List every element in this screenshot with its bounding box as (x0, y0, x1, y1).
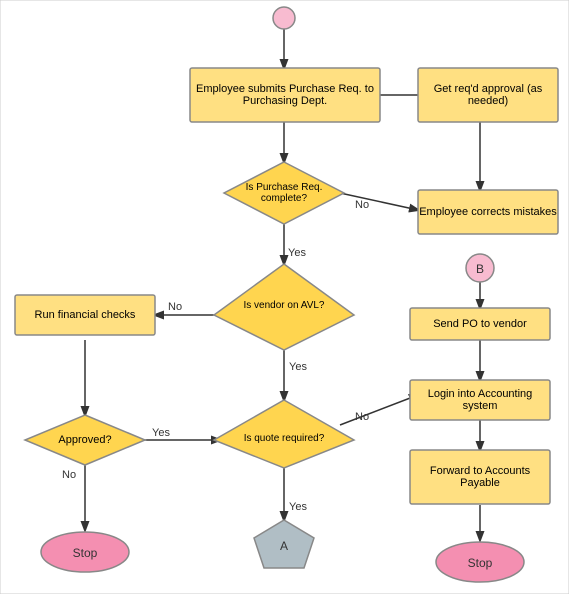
flowchart: Employee submits Purchase Req. to Purcha… (0, 0, 569, 594)
is-complete-label: Is Purchase Req. complete? (224, 162, 344, 224)
b-connector-label: B (476, 262, 484, 276)
get-approval-label: Get req'd approval (as needed) (418, 68, 558, 122)
stop1-label: Stop (73, 546, 98, 560)
yes-label-avl: Yes (289, 361, 307, 373)
forward-ap-label: Forward to Accounts Payable (410, 450, 550, 504)
no-label-complete: No (355, 199, 369, 211)
no-label-avl: No (168, 301, 182, 313)
flowchart-svg: Employee submits Purchase Req. to Purcha… (0, 0, 569, 594)
is-quote-label: Is quote required? (218, 408, 350, 468)
stop2-label: Stop (468, 556, 493, 570)
yes-label-complete: Yes (288, 247, 306, 259)
login-accounting-label: Login into Accounting system (410, 380, 550, 420)
no-label-quote: No (355, 411, 369, 423)
no-label-approved: No (62, 469, 76, 481)
employee-corrects-label: Employee corrects mistakes (418, 190, 558, 234)
approved-label: Approved? (30, 415, 140, 465)
send-po-label: Send PO to vendor (410, 308, 550, 340)
is-vendor-avl-label: Is vendor on AVL? (224, 270, 344, 340)
run-financial-label: Run financial checks (15, 295, 155, 335)
employee-submits-label: Employee submits Purchase Req. to Purcha… (190, 68, 380, 122)
yes-label-quote: Yes (289, 501, 307, 513)
yes-label-approved: Yes (152, 427, 170, 439)
a-connector-label: A (280, 539, 288, 553)
